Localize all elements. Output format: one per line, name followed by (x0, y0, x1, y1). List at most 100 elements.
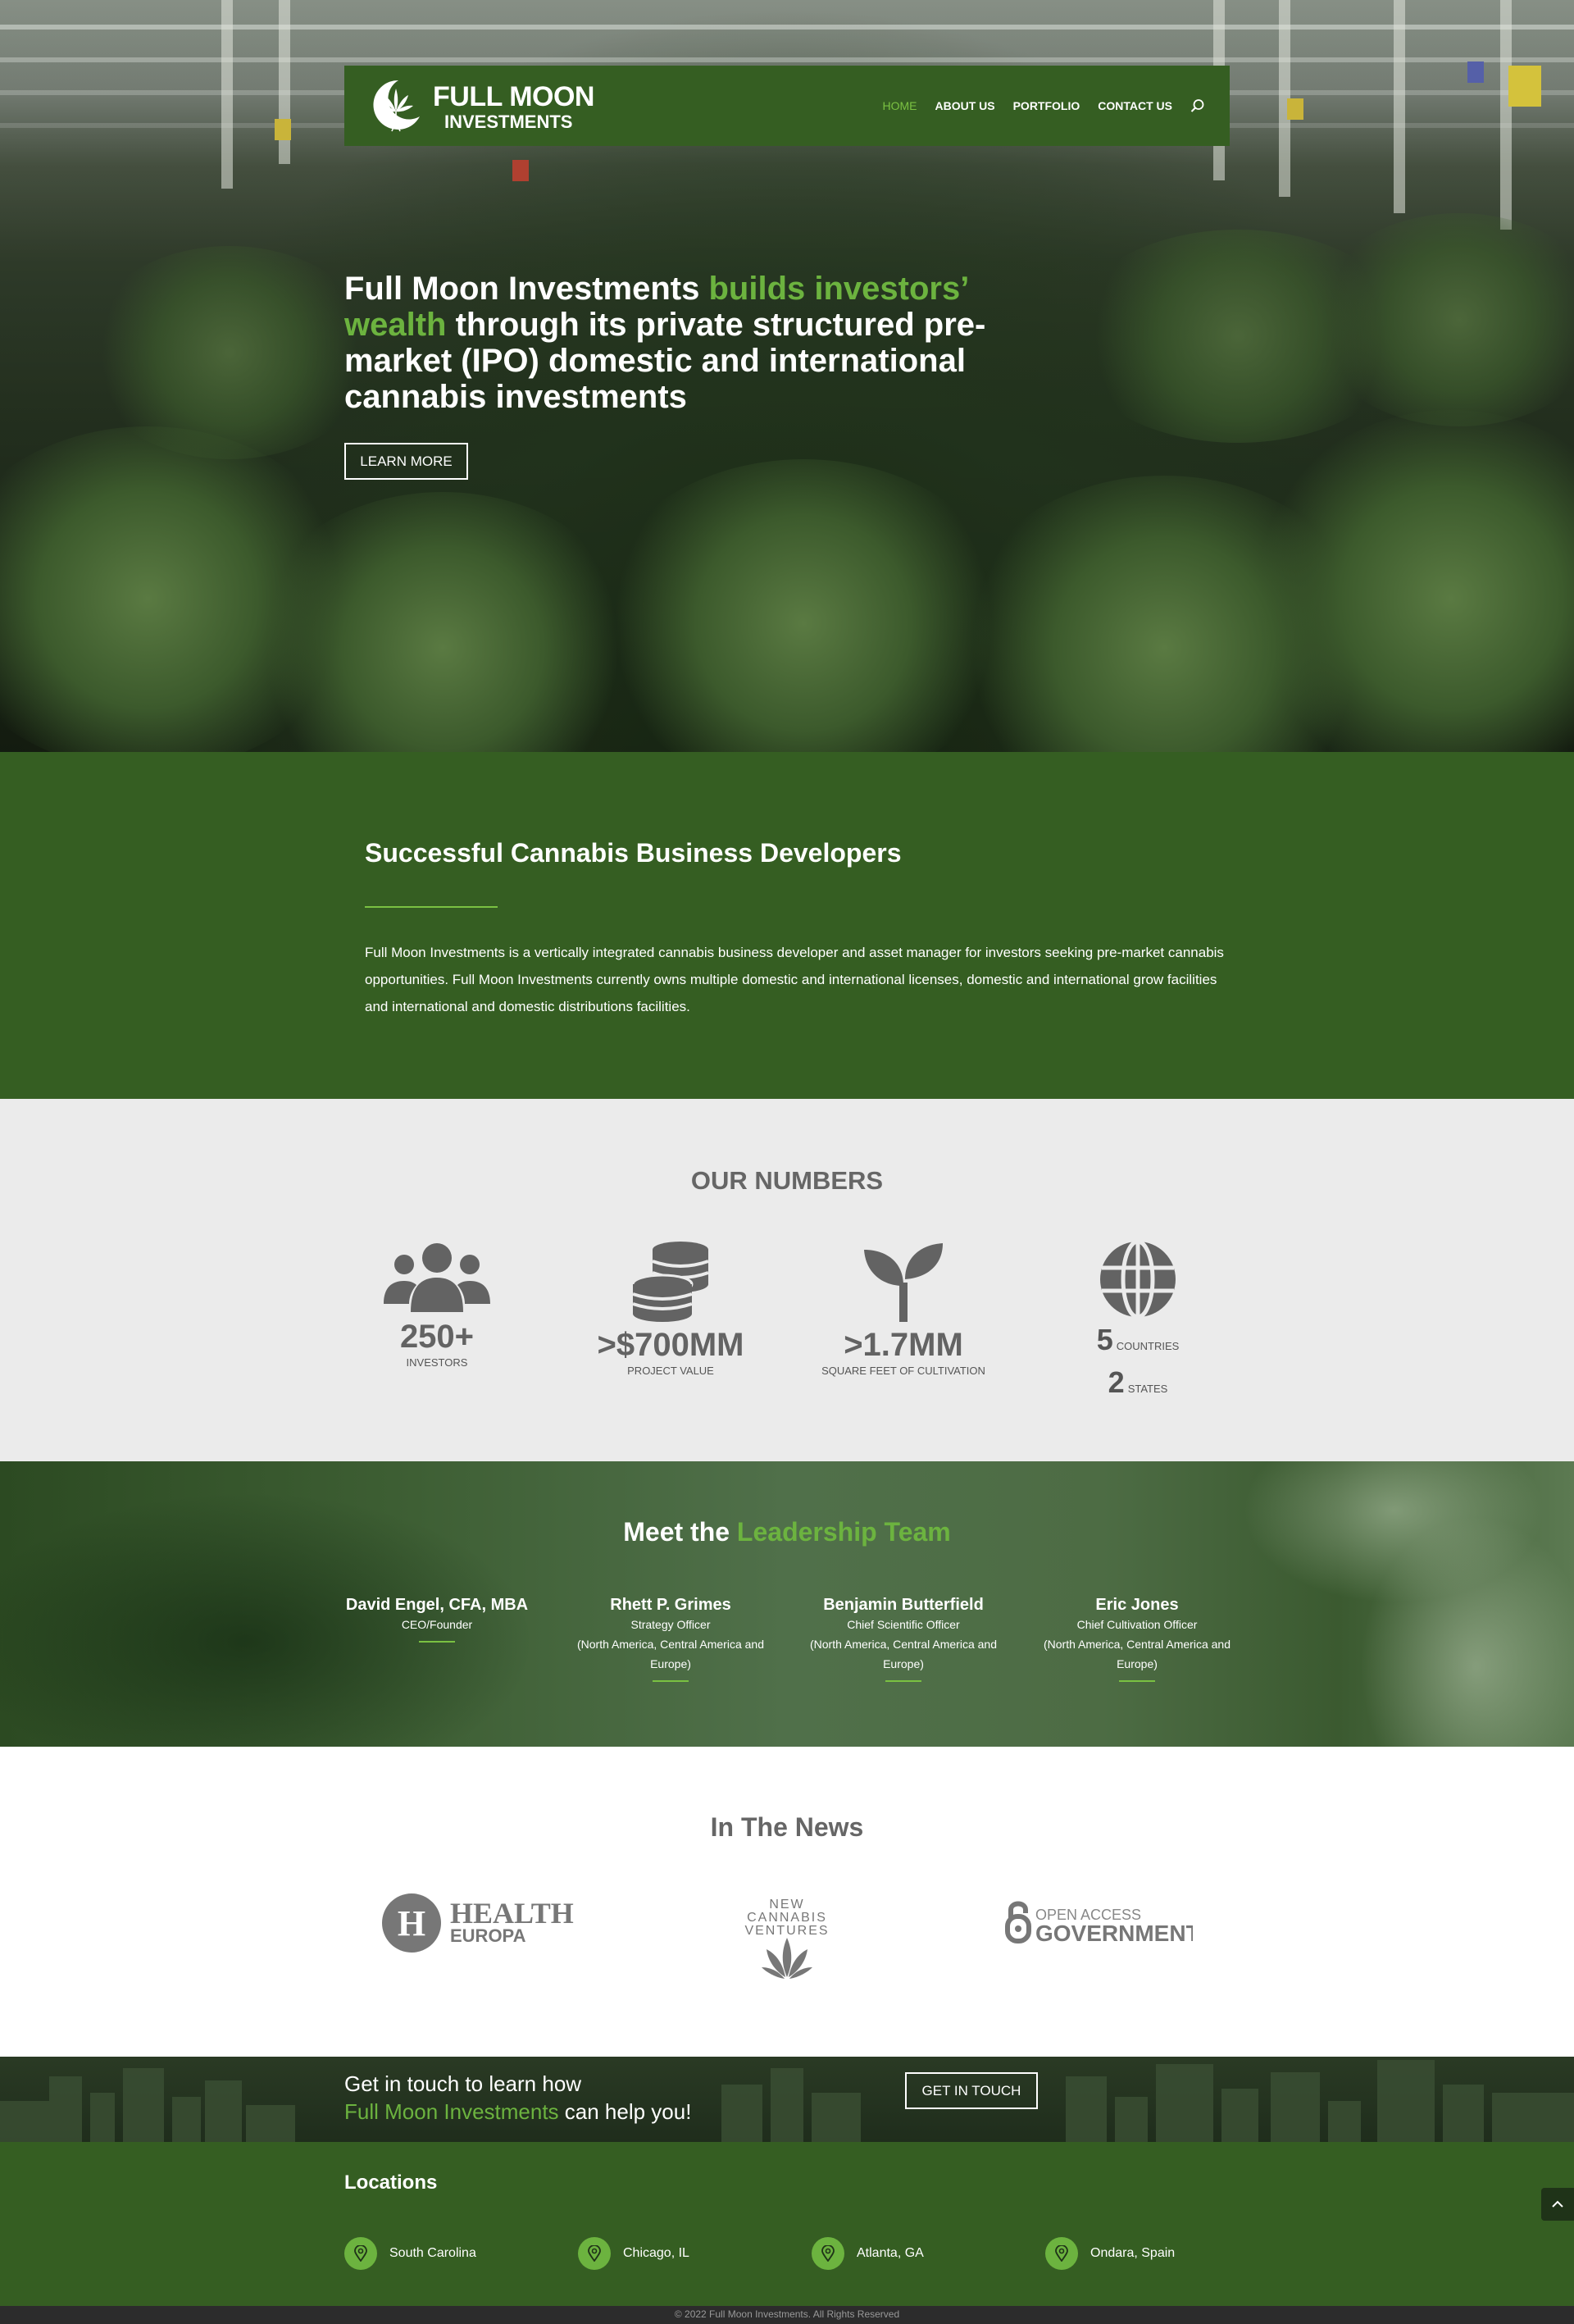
stat-locations: 5 COUNTRIES 2 STATES (1023, 1240, 1253, 1407)
team-section (0, 1461, 1574, 1747)
location-label: Chicago, IL (623, 2246, 689, 2260)
countries-count: 5 COUNTRIES (1023, 1322, 1253, 1365)
member-divider (885, 1680, 921, 1682)
states-label: STATES (1127, 1383, 1168, 1395)
location-label: Ondara, Spain (1090, 2246, 1176, 2260)
health-europa-line2: EUROPA (450, 1925, 526, 1946)
stat-value: >1.7MM (844, 1327, 963, 1363)
team-member-card: Rhett P. Grimes Strategy Officer (North … (572, 1595, 769, 1682)
cta-section (0, 2057, 1574, 2142)
team-title-highlight: Leadership Team (736, 1517, 951, 1547)
copyright-text: © 2022 Full Moon Investments. All Rights… (674, 2308, 900, 2320)
seedling-icon (864, 1243, 943, 1322)
about-section (0, 752, 1574, 1099)
location-label: Atlanta, GA (857, 2246, 924, 2260)
about-divider (365, 906, 498, 908)
hero-headline-lead: Full Moon Investments (344, 271, 709, 307)
new-cannabis-ventures-logo-image: NEW CANNABIS VENTURES (744, 1898, 829, 1979)
brand-name-line2: INVESTMENTS (444, 111, 573, 132)
open-access-government-logo[interactable]: OPEN ACCESS GOVERNMENT (1004, 1898, 1200, 1948)
team-title: Meet the Leadership Team (0, 1517, 1574, 1547)
health-europa-logo[interactable]: H HEALTH EUROPA (379, 1890, 575, 1956)
location-label: South Carolina (389, 2246, 476, 2260)
brand-name-line1: FULL MOON (433, 80, 594, 112)
nav-portfolio[interactable]: PORTFOLIO (1013, 99, 1080, 112)
location-item: Atlanta, GA (812, 2237, 924, 2270)
nav-home[interactable]: HOME (882, 99, 917, 112)
chevron-up-icon (1552, 2200, 1563, 2208)
team-member-card: David Engel, CFA, MBA CEO/Founder (339, 1595, 535, 1643)
open-access-government-logo-image: OPEN ACCESS GOVERNMENT (1005, 1901, 1200, 1946)
hero-headline: Full Moon Investments builds investors’ … (344, 271, 1017, 415)
nav-about-us[interactable]: ABOUT US (935, 99, 994, 112)
map-pin-icon (1045, 2237, 1078, 2270)
oag-line2: GOVERNMENT (1035, 1921, 1193, 1946)
member-name: Benjamin Butterfield (823, 1596, 984, 1614)
get-in-touch-button[interactable]: GET IN TOUCH (905, 2072, 1038, 2109)
learn-more-button[interactable]: LEARN MORE (344, 443, 468, 480)
stat-value: >$700MM (597, 1327, 744, 1363)
map-pin-icon (812, 2237, 844, 2270)
new-cannabis-ventures-logo[interactable]: NEW CANNABIS VENTURES (734, 1897, 840, 1983)
map-pin-icon (344, 2237, 377, 2270)
health-europa-logo-image: H HEALTH EUROPA (382, 1893, 574, 1953)
coins-icon (631, 1242, 709, 1322)
stat-project-value: >$700MM PROJECT VALUE (556, 1240, 785, 1377)
search-icon[interactable] (1190, 98, 1205, 113)
countries-value: 5 (1096, 1323, 1113, 1356)
member-name: Rhett P. Grimes (610, 1596, 731, 1614)
locations-section (0, 2142, 1574, 2306)
team-member-card: Eric Jones Chief Cultivation Officer (No… (1039, 1595, 1235, 1682)
member-divider (419, 1641, 455, 1643)
cta-heading-line2: Full Moon Investments can help you! (344, 2099, 691, 2125)
site-header: FULL MOON INVESTMENTS HOME ABOUT US PORT… (344, 66, 1230, 146)
users-icon (384, 1243, 490, 1312)
member-role: Chief Scientific Officer (847, 1618, 960, 1631)
map-pin-icon (578, 2237, 611, 2270)
about-text: Full Moon Investments is a vertically in… (365, 945, 1224, 1014)
states-value: 2 (1108, 1365, 1125, 1399)
member-divider (1119, 1680, 1155, 1682)
globe-icon (1100, 1240, 1176, 1319)
cta-rest: can help you! (558, 2099, 692, 2124)
cta-heading-line1: Get in touch to learn how (344, 2071, 582, 2096)
team-member-card: Benjamin Butterfield Chief Scientific Of… (805, 1595, 1002, 1682)
member-role: Chief Cultivation Officer (1076, 1618, 1198, 1631)
numbers-section (0, 1099, 1574, 1461)
nav-contact-us[interactable]: CONTACT US (1098, 99, 1172, 112)
member-name: David Engel, CFA, MBA (345, 1596, 529, 1614)
main-nav: HOME ABOUT US PORTFOLIO CONTACT US (882, 66, 1205, 146)
cta-highlight: Full Moon Investments (344, 2099, 559, 2124)
brand-logo[interactable]: FULL MOON INVESTMENTS (366, 75, 612, 138)
about-title: Successful Cannabis Business Developers (365, 838, 902, 868)
numbers-title: OUR NUMBERS (690, 1166, 884, 1195)
member-region: (North America, Central America and Euro… (1044, 1638, 1231, 1670)
member-role: Strategy Officer (630, 1618, 711, 1631)
moon-leaf-logo-icon (373, 80, 420, 132)
ncv-line3: VENTURES (744, 1924, 829, 1938)
member-region: (North America, Central America and Euro… (810, 1638, 997, 1670)
svg-text:H: H (398, 1903, 425, 1944)
member-role: CEO/Founder (401, 1618, 473, 1631)
team-title-lead: Meet the (623, 1517, 737, 1547)
stat-value: 250+ (399, 1319, 475, 1355)
member-divider (653, 1680, 689, 1682)
stat-label: PROJECT VALUE (627, 1365, 714, 1377)
brand-wordmark: FULL MOON INVESTMENTS (433, 83, 594, 131)
health-europa-line1: HEALTH (450, 1897, 574, 1930)
location-item: South Carolina (344, 2237, 476, 2270)
location-item: Chicago, IL (578, 2237, 689, 2270)
states-count: 2 STATES (1023, 1365, 1253, 1407)
ncv-line2: CANNABIS (747, 1911, 827, 1925)
stat-label: INVESTORS (406, 1356, 468, 1369)
stat-cultivation: >1.7MM SQUARE FEET OF CULTIVATION (789, 1240, 1018, 1377)
locations-title: Locations (344, 2171, 438, 2194)
member-name: Eric Jones (1095, 1596, 1179, 1614)
location-item: Ondara, Spain (1045, 2237, 1175, 2270)
stat-label: SQUARE FEET OF CULTIVATION (821, 1365, 985, 1377)
stat-investors: 250+ INVESTORS (322, 1240, 552, 1369)
member-region: (North America, Central America and Euro… (577, 1638, 764, 1670)
ncv-line1: NEW (769, 1898, 804, 1912)
countries-label: COUNTRIES (1116, 1340, 1180, 1352)
scroll-to-top-button[interactable] (1541, 2188, 1574, 2221)
